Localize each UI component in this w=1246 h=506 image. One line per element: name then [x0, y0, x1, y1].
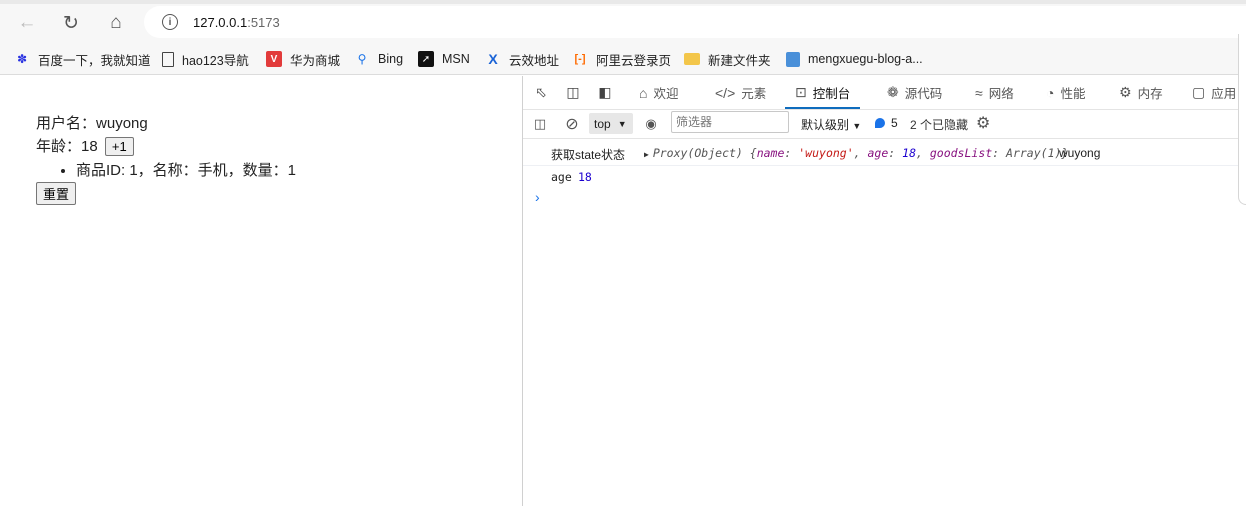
- tab-console[interactable]: ⊡ 控制台: [785, 76, 861, 109]
- bookmark-aliyun[interactable]: [-] 阿里云登录页: [572, 50, 672, 69]
- dock-icon[interactable]: ◧: [595, 82, 615, 102]
- inspect-icon[interactable]: ⬁: [531, 82, 551, 102]
- page-viewport: 用户名：wuyong 年龄：18 +1 商品ID: 1，名称：手机，数量：1 重…: [4, 76, 522, 506]
- age-value: 18: [81, 138, 98, 155]
- filter-input[interactable]: [671, 111, 789, 133]
- x-icon: X: [488, 51, 498, 67]
- clear-console-icon[interactable]: ⊘: [563, 115, 581, 133]
- back-arrow-icon[interactable]: ←: [14, 10, 40, 36]
- console-toolbar: ◫ ⊘ top▼ ◉ 默认级别 ▼ 5 2 个已隐藏 ⚙: [523, 110, 1246, 139]
- sidebar-toggle-icon[interactable]: ◫: [531, 115, 549, 133]
- tab-strip: [0, 0, 1246, 4]
- console-icon: ⊡: [795, 84, 807, 100]
- levels-dropdown[interactable]: 默认级别 ▼: [801, 116, 861, 133]
- gear-icon[interactable]: ⚙: [976, 113, 990, 133]
- bookmark-folder[interactable]: 新建文件夹: [684, 50, 771, 69]
- age-log-value: 18: [578, 170, 592, 184]
- address-bar[interactable]: i 127.0.0.1:5173: [144, 6, 1246, 38]
- bug-icon: ❁: [887, 84, 899, 100]
- chip-icon: ⚙: [1119, 84, 1132, 100]
- username-line: 用户名：wuyong: [36, 115, 148, 132]
- bookmark-hao123[interactable]: hao123导航: [162, 50, 249, 69]
- gauge-icon: ◔: [1046, 84, 1055, 101]
- log-row: age 18: [551, 170, 592, 184]
- side-panel-edge: [1238, 34, 1246, 205]
- caret-down-icon: ▼: [617, 118, 627, 129]
- frame-border: [0, 74, 1246, 75]
- tab-elements[interactable]: </> 元素: [715, 76, 766, 109]
- tab-memory[interactable]: ⚙ 内存: [1119, 76, 1163, 109]
- tab-sources[interactable]: ❁ 源代码: [887, 76, 942, 109]
- info-icon[interactable]: i: [162, 14, 178, 30]
- code-icon: </>: [715, 84, 736, 101]
- username-value: wuyong: [96, 115, 148, 132]
- message-icon: [875, 118, 885, 128]
- bookmark-msn[interactable]: ➚ MSN: [418, 51, 470, 67]
- bookmark-mengxuegu[interactable]: mengxuegu-blog-a...: [786, 51, 923, 67]
- proxy-object[interactable]: ▶ Proxy(Object) {name: 'wuyong', age: 18,…: [644, 146, 1068, 160]
- file-icon: [786, 51, 800, 67]
- age-line: 年龄：18 +1: [36, 135, 134, 156]
- bookmarks-bar: ✽ 百度一下，我就知道 hao123导航 V 华为商城 ⚲ Bing ➚ MSN X 云效…: [0, 44, 1246, 74]
- search-icon: ⚲: [357, 52, 367, 66]
- home-icon[interactable]: ⌂: [103, 10, 129, 36]
- caret-down-icon: ▼: [852, 121, 862, 131]
- increment-button[interactable]: +1: [104, 137, 134, 156]
- bookmark-bing[interactable]: ⚲ Bing: [354, 51, 403, 67]
- eye-icon[interactable]: ◉: [642, 115, 660, 133]
- console-prompt-icon[interactable]: ›: [535, 189, 540, 205]
- log-extra: wuyong: [1059, 146, 1101, 160]
- url-text[interactable]: 127.0.0.1:5173: [193, 15, 280, 30]
- paw-icon: ✽: [16, 52, 28, 66]
- message-count[interactable]: 5: [875, 116, 898, 130]
- bookmark-yunxiao[interactable]: X 云效地址: [485, 50, 559, 69]
- list-item: 商品ID: 1，名称：手机，数量：1: [76, 159, 296, 180]
- context-select[interactable]: top ▼: [589, 113, 633, 134]
- device-toolbar-icon[interactable]: ◫: [563, 82, 583, 102]
- tab-network[interactable]: ≈ 网络: [975, 76, 1014, 109]
- msn-icon: ➚: [418, 51, 434, 67]
- devtools-panel: ⬁ ◫ ◧ ⌂ 欢迎 </> 元素 ⊡ 控制台 ❁ 源代码 ≈ 网络 ◔ 性能 ⚙ 内存 ▢ 应…: [523, 76, 1246, 506]
- vmall-icon: V: [266, 51, 282, 67]
- reset-line: 重置: [36, 182, 77, 205]
- aliyun-icon: [-]: [574, 53, 586, 65]
- tab-welcome[interactable]: ⌂ 欢迎: [639, 76, 678, 109]
- log-row: 获取state状态 ▶ Proxy(Object) {name: 'wuyong'…: [523, 146, 1246, 166]
- bookmark-vmall[interactable]: V 华为商城: [266, 50, 340, 69]
- tab-performance[interactable]: ◔ 性能: [1046, 76, 1085, 109]
- bookmark-baidu[interactable]: ✽ 百度一下，我就知道: [14, 50, 151, 69]
- app-icon: ▢: [1192, 84, 1206, 100]
- log-label: 获取state状态: [551, 148, 626, 162]
- reload-icon[interactable]: ↻: [58, 10, 84, 36]
- browser-toolbar: ← ↻ ⌂ i 127.0.0.1:5173: [0, 0, 1246, 44]
- row-separator: [523, 165, 1246, 166]
- devtools-tabs: ⬁ ◫ ◧ ⌂ 欢迎 </> 元素 ⊡ 控制台 ❁ 源代码 ≈ 网络 ◔ 性能 ⚙ 内存 ▢ 应…: [523, 76, 1246, 110]
- goods-list: 商品ID: 1，名称：手机，数量：1: [36, 159, 296, 180]
- page-icon: [162, 51, 174, 67]
- wifi-icon: ≈: [975, 84, 983, 101]
- folder-icon: [684, 53, 700, 65]
- reset-button[interactable]: 重置: [36, 182, 77, 205]
- expand-triangle-icon[interactable]: ▶: [644, 150, 649, 159]
- tab-application[interactable]: ▢ 应用: [1192, 76, 1236, 109]
- home-icon: ⌂: [639, 84, 648, 101]
- hidden-count: 2 个已隐藏: [910, 118, 969, 132]
